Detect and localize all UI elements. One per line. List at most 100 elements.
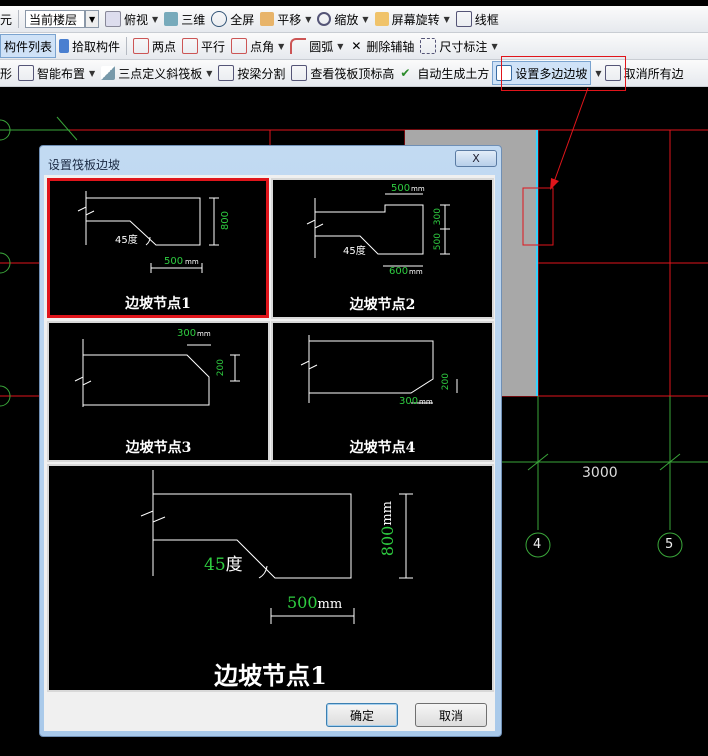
slope-icon [101, 66, 116, 80]
split-by-beam-label: 按梁分割 [237, 66, 286, 81]
delete-axis-button[interactable]: ✕ 删除辅轴 [346, 35, 417, 57]
opt2-angle: 45度 [343, 246, 366, 257]
opt3-height: 200 [216, 359, 226, 377]
parallel-icon [182, 38, 199, 54]
slope-option-4[interactable]: 300 mm 200 边坡节点4 [271, 321, 494, 462]
close-button[interactable]: X [455, 150, 497, 167]
opt2-h1: 300 [433, 208, 443, 226]
point-angle-button[interactable]: 点角 ▼ [228, 35, 287, 57]
zoom-label: 缩放 [334, 12, 359, 27]
toolbar-view: 元 当前楼层 ▼ 俯视 ▼ 三维 全屏 平移 ▼ 缩放 ▼ 屏幕旋转 ▼ 线框 [0, 6, 708, 33]
close-icon: ✕ [351, 39, 362, 53]
callout-arrow [553, 87, 589, 183]
opt2-top-unit: mm [411, 185, 425, 193]
arc-button[interactable]: 圆弧 ▼ [287, 35, 346, 57]
preview-angle: 45度 [204, 550, 243, 575]
floor-combo-value: 当前楼层 [25, 10, 86, 28]
smart-layout-icon [18, 65, 35, 81]
opt3-width: 300 [177, 328, 197, 339]
toolbar1-partial-item[interactable]: 元 [0, 8, 15, 30]
edge-slope-dialog: 设置筏板边坡 X 45度 800 500 mm 边坡节点1 500 mm 45度… [39, 145, 502, 737]
arc-icon [290, 38, 307, 54]
fullscreen-label: 全屏 [230, 12, 255, 27]
pick-component-button[interactable]: 拾取构件 [56, 35, 123, 57]
view-3d-label: 三维 [181, 12, 206, 27]
dimension-label: 3000 [582, 465, 618, 481]
slope-option-3[interactable]: 300 mm 200 边坡节点3 [47, 321, 270, 462]
slope-option-1-label: 边坡节点1 [125, 296, 191, 312]
rotate-label: 屏幕旋转 [391, 12, 440, 27]
hand-icon [260, 12, 275, 26]
component-list-button[interactable]: 构件列表 [0, 34, 57, 58]
dialog-body: 45度 800 500 mm 边坡节点1 500 mm 45度 600 mm 3… [44, 175, 495, 731]
view-top-button[interactable]: 俯视 ▼ [102, 8, 161, 30]
delete-axis-label: 删除辅轴 [366, 39, 415, 54]
opt2-bottom-unit: mm [409, 268, 423, 276]
three-point-slope-button[interactable]: 三点定义斜筏板 ▼ [98, 62, 215, 84]
elevation-icon [291, 65, 308, 81]
checkmark-icon: ✔ [400, 66, 411, 80]
ok-button[interactable]: 确定 [326, 703, 398, 727]
opt2-h2: 500 [433, 233, 443, 251]
preview-angle-value: 45 [204, 555, 226, 575]
dimension-label-btn: 尺寸标注 [439, 39, 488, 54]
opt3-width-unit: mm [197, 330, 211, 338]
three-point-slope-label: 三点定义斜筏板 [118, 66, 203, 81]
pan-label: 平移 [277, 12, 302, 27]
opt2-bottom: 600 [389, 266, 409, 277]
preview-height: 800mm [378, 501, 397, 556]
pick-component-label: 拾取构件 [72, 39, 121, 54]
pick-icon [59, 39, 70, 53]
opt1-height: 800 [220, 211, 231, 231]
callout-arrowhead [550, 178, 559, 190]
parallel-label: 平行 [201, 39, 226, 54]
cube-icon [105, 11, 122, 27]
auto-earthwork-button[interactable]: ✔ 自动生成土方 [397, 62, 492, 84]
zoom-all-icon [211, 11, 228, 27]
wireframe-button[interactable]: 线框 [453, 8, 502, 30]
two-points-button[interactable]: 两点 [130, 35, 179, 57]
view-top-label: 俯视 [124, 12, 149, 27]
opt1-width-unit: mm [185, 258, 199, 266]
wireframe-icon [455, 11, 472, 27]
slope-option-4-label: 边坡节点4 [349, 440, 416, 456]
slope-option-2-label: 边坡节点2 [349, 297, 416, 313]
chevron-down-icon[interactable]: ▼ [85, 10, 100, 28]
view-top-elev-button[interactable]: 查看筏板顶标高 [288, 62, 397, 84]
smart-layout-button[interactable]: 智能布置 ▼ [15, 62, 98, 84]
cancel-all-label: 取消所有边 [623, 66, 684, 81]
opt4-width: 300 [399, 396, 419, 407]
cancel-button[interactable]: 取消 [415, 703, 487, 727]
opt1-width: 500 [164, 256, 184, 267]
dimension-button[interactable]: 尺寸标注 ▼ [417, 35, 500, 57]
fullscreen-button[interactable]: 全屏 [208, 8, 257, 30]
rotate-icon [374, 12, 389, 26]
parallel-button[interactable]: 平行 [179, 35, 228, 57]
opt4-width-unit: mm [419, 398, 433, 406]
view-3d-button[interactable]: 三维 [161, 8, 208, 30]
3d-icon [164, 12, 179, 26]
slope-preview-label: 边坡节点1 [214, 661, 327, 690]
preview-height-unit: mm [380, 501, 395, 526]
magnifier-icon [317, 12, 332, 26]
slope-option-3-label: 边坡节点3 [125, 440, 192, 456]
split-by-beam-button[interactable]: 按梁分割 [215, 62, 288, 84]
floor-combo[interactable]: 当前楼层 ▼ [22, 8, 102, 30]
axis-label-5: 5 [665, 537, 674, 552]
slope-option-1[interactable]: 45度 800 500 mm 边坡节点1 [47, 178, 269, 318]
rect-button[interactable]: 矩形 [0, 62, 15, 84]
dialog-title: 设置筏板边坡 [48, 158, 121, 172]
view-top-elev-label: 查看筏板顶标高 [310, 66, 395, 81]
slope-option-2[interactable]: 500 mm 45度 600 mm 300 500 边坡节点2 [271, 178, 494, 319]
pan-button[interactable]: 平移 ▼ [257, 8, 314, 30]
grid-lines-icon [133, 38, 150, 54]
opt4-height: 200 [441, 373, 451, 391]
dimension-icon [420, 38, 437, 54]
preview-width-unit: mm [317, 597, 343, 612]
slope-preview: 45度 800mm 500mm 边坡节点1 [47, 464, 494, 692]
smart-layout-label: 智能布置 [37, 66, 86, 81]
rotate-button[interactable]: 屏幕旋转 ▼ [372, 8, 453, 30]
point-angle-icon [231, 38, 248, 54]
zoom-button[interactable]: 缩放 ▼ [314, 8, 371, 30]
point-angle-label: 点角 [250, 39, 275, 54]
